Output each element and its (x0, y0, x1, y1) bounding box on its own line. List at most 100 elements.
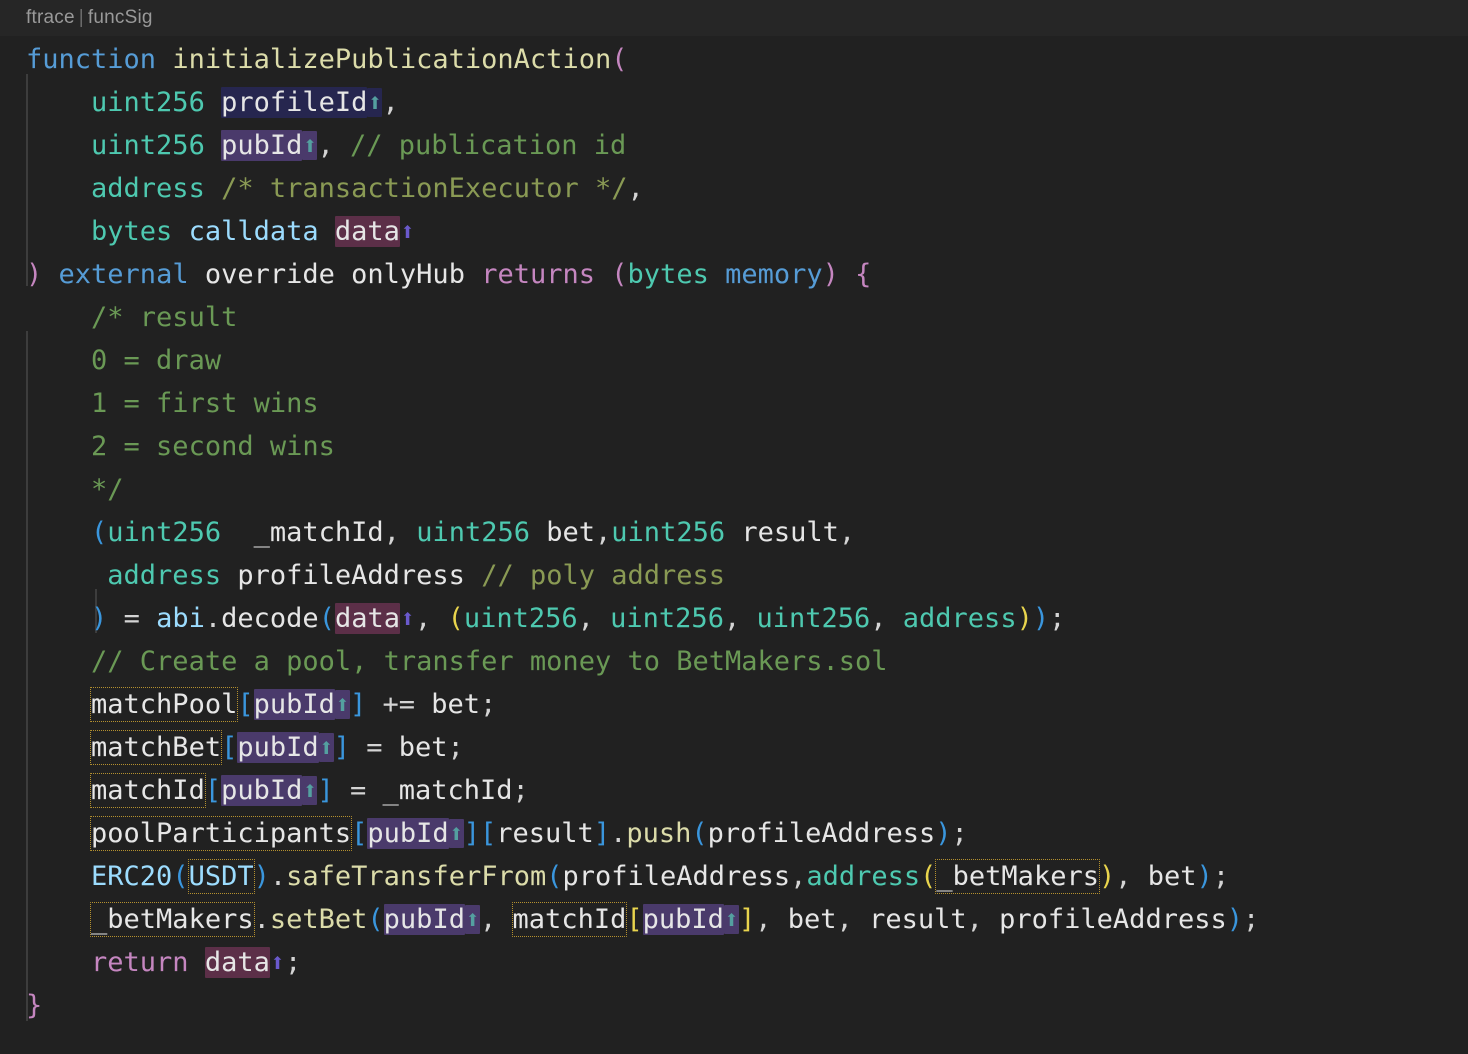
token-bracket-close: ] (738, 904, 756, 935)
inlay-arrow-icon: ⬆ (399, 217, 415, 246)
token-type-bytes: bytes (627, 259, 709, 290)
inlay-arrow-icon: ⬆ (367, 88, 383, 117)
code-line: // Create a pool, transfer money to BetM… (0, 640, 1468, 683)
token-paren-close: ) (1098, 861, 1116, 892)
code-line: 1 = first wins (0, 382, 1468, 425)
token-comma: , (627, 173, 644, 204)
token-var-profileaddress: profileAddress (707, 818, 936, 849)
token-comma: , (836, 904, 853, 935)
token-paren-open: ( (546, 861, 563, 892)
token-mapping-matchid[interactable]: matchId (90, 773, 206, 808)
code-line: 2 = second wins (0, 425, 1468, 468)
code-line: ) external override onlyHub returns (byt… (0, 253, 1468, 296)
token-comma: , (790, 861, 807, 892)
code-line: poolParticipants[pubId⬆][result].push(pr… (0, 812, 1468, 855)
token-paren-open: ( (91, 517, 108, 548)
token-var-bet: bet (398, 732, 448, 763)
token-var-pubid[interactable]: pubId (383, 904, 465, 935)
token-contract-erc20: ERC20 (91, 861, 173, 892)
token-bracket-close: ] (317, 775, 334, 806)
token-type-address: address (91, 173, 205, 204)
token-var-pubid[interactable]: pubId (221, 130, 303, 161)
token-brace-open: { (855, 259, 872, 290)
token-var-pubid[interactable]: pubId (221, 775, 303, 806)
token-semicolon: ; (951, 818, 968, 849)
token-bracket-close: ] (593, 818, 611, 849)
token-var-data[interactable]: data (204, 947, 270, 978)
token-dot: . (253, 904, 270, 935)
token-mapping-poolparticipants[interactable]: poolParticipants (90, 816, 353, 851)
token-paren-close: ) (935, 818, 952, 849)
inlay-arrow-icon: ⬆ (464, 905, 481, 934)
token-var-pubid[interactable]: pubId (253, 689, 335, 720)
token-semicolon: ; (284, 947, 302, 978)
token-var-betmakers[interactable]: _betMakers (935, 859, 1100, 894)
token-comma: , (382, 87, 399, 118)
token-function-name: initializePublicationAction (172, 44, 612, 75)
token-paren-close: ) (1032, 603, 1050, 634)
token-brace-close: } (26, 990, 43, 1021)
token-paren-close: ) (1226, 904, 1243, 935)
code-line: _betMakers.setBet(pubId⬆, matchId[pubId⬆… (0, 898, 1468, 941)
codelens-funcsig-link[interactable]: funcSig (88, 7, 153, 28)
token-comma: , (755, 904, 772, 935)
token-block-comment: 1 = first wins (91, 388, 319, 419)
token-var-bet: bet (787, 904, 837, 935)
code-line: matchId[pubId⬆] = _matchId; (0, 769, 1468, 812)
token-type-uint256: uint256 (107, 517, 222, 548)
token-var-pubid[interactable]: pubId (367, 818, 449, 849)
token-operator-assign: = (366, 732, 383, 763)
token-bracket-close: ] (463, 818, 480, 849)
code-line: bytes calldata data⬆ (0, 210, 1468, 253)
token-comma: , (480, 904, 497, 935)
code-editor: ftrace | funcSig function initializePublic… (0, 0, 1468, 1054)
token-paren-open: ( (691, 818, 708, 849)
token-var-profileid[interactable]: profileId (221, 87, 368, 118)
token-paren-close: ) (1196, 861, 1213, 892)
token-var-data[interactable]: data (334, 603, 400, 634)
inlay-arrow-icon: ⬆ (318, 733, 334, 762)
token-location-memory: memory (725, 259, 823, 290)
token-var-profileaddress: profileAddress (237, 560, 465, 591)
token-block-comment: 2 = second wins (91, 431, 335, 462)
token-type-uint256: uint256 (416, 517, 530, 548)
token-type-uint256: uint256 (611, 517, 726, 548)
codelens-ftrace-link[interactable]: ftrace (26, 7, 75, 28)
token-keyword-return: return (91, 947, 189, 978)
token-dot: . (269, 861, 287, 892)
code-line: uint256 pubId⬆, // publication id (0, 124, 1468, 167)
token-mapping-matchpool[interactable]: matchPool (90, 687, 239, 722)
inlay-arrow-icon: ⬆ (448, 819, 464, 848)
inlay-arrow-icon: ⬆ (302, 776, 318, 805)
token-paren-close: ) (253, 861, 270, 892)
token-var-bet: bet (431, 689, 481, 720)
token-var-pubid[interactable]: pubId (237, 732, 319, 763)
token-semicolon: ; (1242, 904, 1260, 935)
token-modifier-onlyhub: onlyHub (351, 259, 465, 290)
token-mapping-matchid[interactable]: matchId (511, 902, 628, 937)
token-line-comment: // Create a pool, transfer money to BetM… (91, 646, 888, 677)
token-method-safetransferfrom: safeTransferFrom (286, 861, 547, 892)
code-line: } (0, 984, 1468, 1027)
token-var-usdt[interactable]: USDT (187, 859, 255, 894)
token-paren-open: ( (447, 603, 464, 634)
codelens-bar: ftrace | funcSig (0, 0, 1468, 36)
code-line: (uint256 _matchId, uint256 bet,uint256 r… (0, 511, 1468, 554)
token-semicolon: ; (1212, 861, 1230, 892)
code-line: ) = abi.decode(data⬆, (uint256, uint256,… (91, 603, 1066, 634)
token-var-pubid[interactable]: pubId (642, 904, 724, 935)
token-semicolon: ; (1049, 603, 1066, 634)
token-block-comment: */ (91, 474, 124, 505)
token-paren-open: ( (172, 861, 189, 892)
token-var-betmakers[interactable]: _betMakers (90, 902, 255, 937)
code-content[interactable]: function initializePublicationAction( ui… (0, 36, 1468, 1027)
token-var-data[interactable]: data (334, 216, 400, 247)
token-bracket-open: [ (204, 775, 222, 806)
token-mapping-matchbet[interactable]: matchBet (90, 730, 223, 765)
token-semicolon: ; (480, 689, 497, 720)
token-bracket-close: ] (349, 689, 367, 720)
codelens-separator: | (78, 7, 84, 28)
code-line: return data⬆; (0, 941, 1468, 984)
inlay-arrow-icon: ⬆ (399, 604, 416, 633)
token-operator-assign: = (349, 775, 367, 806)
